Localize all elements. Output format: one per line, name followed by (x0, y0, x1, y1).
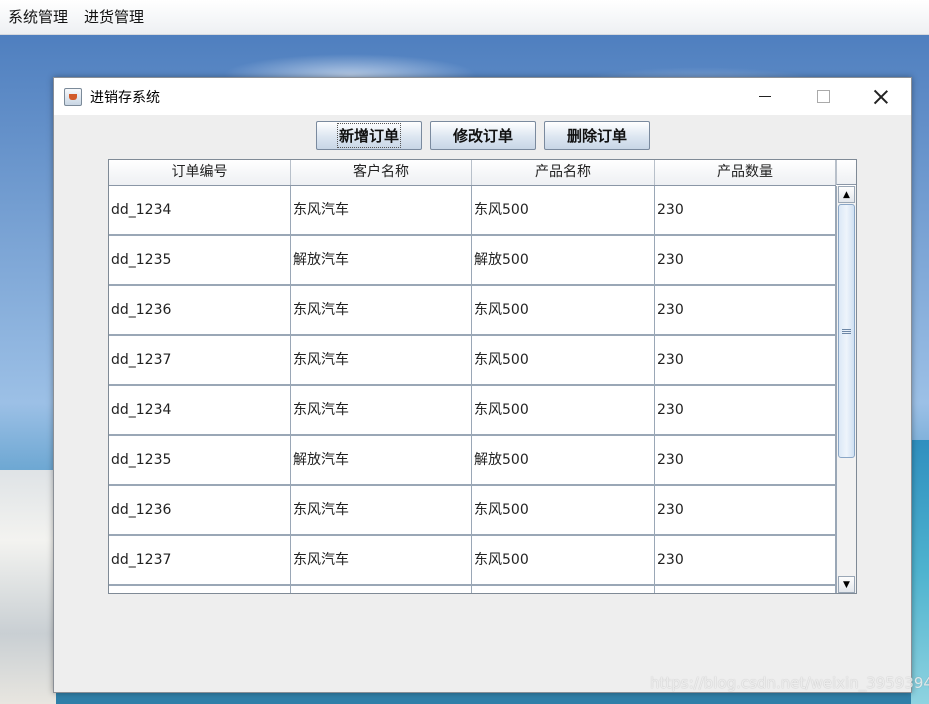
product-quantity-cell[interactable]: 230 (655, 486, 836, 534)
product-quantity-cell[interactable]: 230 (655, 286, 836, 334)
customer-name-cell[interactable]: 东风汽车 (291, 286, 472, 334)
table-row[interactable]: dd_1237 东风汽车 东风500 230 (109, 536, 836, 586)
maximize-button[interactable] (794, 78, 852, 115)
customer-name-cell[interactable]: 东风汽车 (291, 186, 472, 234)
order-id-cell[interactable]: dd_1234 (109, 386, 291, 434)
product-name-cell[interactable]: 解放500 (472, 436, 655, 484)
java-cup-icon (64, 87, 82, 106)
internal-frame: 进销存系统 新增订单 修改订单 删除订单 订单编号 客户名称 产品名称 产品数量… (53, 77, 912, 693)
maximize-icon (816, 90, 830, 103)
product-name-cell[interactable]: 解放500 (472, 236, 655, 284)
customer-name-cell[interactable] (291, 586, 472, 593)
customer-name-cell[interactable]: 东风汽车 (291, 486, 472, 534)
product-name-cell[interactable]: 东风500 (472, 286, 655, 334)
edit-order-label: 修改订单 (452, 127, 513, 145)
order-id-cell[interactable]: dd_1235 (109, 436, 291, 484)
add-order-label: 新增订单 (336, 123, 402, 148)
customer-name-cell[interactable]: 东风汽车 (291, 336, 472, 384)
orders-table: 订单编号 客户名称 产品名称 产品数量 dd_1234 东风汽车 东风500 230 d… (108, 159, 857, 594)
product-quantity-cell[interactable]: 230 (655, 236, 836, 284)
order-id-cell[interactable]: dd_1236 (109, 486, 291, 534)
delete-order-button[interactable]: 删除订单 (544, 121, 650, 150)
product-name-cell[interactable]: 东风500 (472, 186, 655, 234)
table-row[interactable]: dd_1236 东风汽车 东风500 230 (109, 486, 836, 536)
product-quantity-cell[interactable]: 230 (655, 186, 836, 234)
column-header-order-id[interactable]: 订单编号 (109, 160, 291, 185)
close-button[interactable] (852, 78, 910, 115)
product-name-cell[interactable]: 东风500 (472, 336, 655, 384)
menu-bar: 系统管理 进货管理 (0, 0, 929, 35)
product-name-cell[interactable]: 东风500 (472, 486, 655, 534)
order-id-cell[interactable]: dd_1237 (109, 336, 291, 384)
table-body: dd_1234 东风汽车 东风500 230 dd_1235 解放汽车 解放500 230 dd… (109, 186, 836, 593)
product-quantity-cell[interactable]: 230 (655, 536, 836, 584)
grip-icon (842, 328, 851, 334)
edit-order-button[interactable]: 修改订单 (430, 121, 536, 150)
arrow-up-icon: ▲ (843, 189, 850, 200)
delete-order-label: 删除订单 (566, 127, 627, 145)
menu-system-management[interactable]: 系统管理 (0, 0, 76, 34)
table-row[interactable]: dd_1235 解放汽车 解放500 230 (109, 436, 836, 486)
order-id-cell[interactable] (109, 586, 291, 593)
order-id-cell[interactable]: dd_1237 (109, 536, 291, 584)
desktop-beach-decoration (0, 470, 56, 704)
desktop-sea-decoration (911, 440, 929, 704)
customer-name-cell[interactable]: 东风汽车 (291, 536, 472, 584)
product-name-cell[interactable] (472, 586, 655, 593)
menu-purchase-management[interactable]: 进货管理 (76, 0, 152, 34)
product-quantity-cell[interactable]: 230 (655, 336, 836, 384)
toolbar: 新增订单 修改订单 删除订单 (316, 121, 650, 150)
scroll-up-button[interactable]: ▲ (838, 186, 855, 203)
product-name-cell[interactable]: 东风500 (472, 386, 655, 434)
scroll-thumb[interactable] (838, 204, 855, 458)
column-header-product-name[interactable]: 产品名称 (472, 160, 655, 185)
table-row[interactable]: dd_1235 解放汽车 解放500 230 (109, 236, 836, 286)
arrow-down-icon: ▼ (843, 579, 850, 590)
table-row[interactable]: dd_1234 东风汽车 东风500 230 (109, 386, 836, 436)
scroll-down-button[interactable]: ▼ (838, 576, 855, 593)
table-row[interactable]: dd_1237 东风汽车 东风500 230 (109, 336, 836, 386)
order-id-cell[interactable]: dd_1236 (109, 286, 291, 334)
order-id-cell[interactable]: dd_1234 (109, 186, 291, 234)
window-title: 进销存系统 (90, 89, 160, 106)
watermark-text: https://blog.csdn.net/weixin_39593940 (650, 674, 929, 692)
table-row[interactable]: dd_1236 东风汽车 东风500 230 (109, 286, 836, 336)
customer-name-cell[interactable]: 解放汽车 (291, 436, 472, 484)
column-header-product-quantity[interactable]: 产品数量 (655, 160, 836, 185)
title-bar[interactable]: 进销存系统 (54, 78, 911, 115)
close-icon (874, 90, 888, 104)
product-name-cell[interactable]: 东风500 (472, 536, 655, 584)
order-id-cell[interactable]: dd_1235 (109, 236, 291, 284)
product-quantity-cell[interactable] (655, 586, 836, 593)
customer-name-cell[interactable]: 东风汽车 (291, 386, 472, 434)
table-row[interactable] (109, 586, 836, 593)
product-quantity-cell[interactable]: 230 (655, 436, 836, 484)
minimize-button[interactable] (736, 78, 794, 115)
column-header-customer-name[interactable]: 客户名称 (291, 160, 472, 185)
table-header-corner (836, 160, 856, 185)
product-quantity-cell[interactable]: 230 (655, 386, 836, 434)
customer-name-cell[interactable]: 解放汽车 (291, 236, 472, 284)
table-header: 订单编号 客户名称 产品名称 产品数量 (109, 160, 836, 186)
add-order-button[interactable]: 新增订单 (316, 121, 422, 150)
minimize-icon (759, 96, 771, 97)
table-row[interactable]: dd_1234 东风汽车 东风500 230 (109, 186, 836, 236)
vertical-scrollbar[interactable]: ▲ ▼ (836, 186, 856, 593)
